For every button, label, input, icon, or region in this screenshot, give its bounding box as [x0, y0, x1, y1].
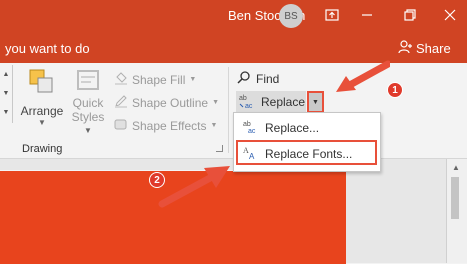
callout-arrow-1 — [336, 60, 390, 92]
chevron-up-icon: ▲ — [2, 71, 10, 78]
close-icon[interactable] — [437, 3, 463, 27]
menu-item-label: Replace... — [265, 121, 320, 135]
shape-effects-button[interactable]: Shape Effects ▼ — [114, 117, 217, 134]
svg-text:ab: ab — [239, 95, 247, 102]
shape-outline-label: Shape Outline — [132, 95, 209, 110]
chevron-down-icon: ▼ — [210, 122, 218, 129]
replace-icon: ab ac — [239, 93, 257, 112]
step-badge-2: 2 — [149, 172, 165, 188]
shape-fill-button[interactable]: Shape Fill ▼ — [114, 71, 196, 88]
replace-fonts-callout-box — [236, 140, 377, 165]
arrange-icon — [27, 69, 57, 100]
drawing-group-label: Drawing — [22, 143, 63, 155]
scroll-up-icon[interactable]: ▲ — [452, 163, 460, 172]
quick-styles-button[interactable]: Quick Styles ▼ — [66, 67, 110, 138]
svg-text:ab: ab — [243, 121, 251, 128]
shape-fill-label: Shape Fill — [132, 72, 186, 87]
svg-text:ac: ac — [245, 103, 253, 109]
expand-icon: ▼ — [2, 109, 10, 116]
replace-label: Replace — [261, 95, 306, 109]
step-badge-1: 1 — [387, 82, 403, 98]
scroll-thumb[interactable] — [451, 177, 459, 219]
shape-outline-button[interactable]: Shape Outline ▼ — [114, 94, 219, 111]
minimize-icon[interactable] — [354, 3, 380, 27]
title-bar: Ben Stockton BS you want to do Share — [0, 0, 467, 63]
group-divider — [228, 67, 229, 153]
shape-effects-label: Shape Effects — [132, 118, 207, 133]
replace-dropdown-button[interactable]: ▼ — [307, 91, 324, 113]
find-label: Find — [256, 71, 280, 86]
chevron-down-icon: ▼ — [212, 99, 219, 106]
chevron-down-icon: ▼ — [84, 126, 92, 135]
restore-icon[interactable] — [397, 3, 423, 27]
dialog-launcher-icon[interactable] — [216, 145, 223, 152]
arrange-label: Arrange — [20, 104, 64, 118]
ribbon-display-options-icon[interactable] — [319, 3, 345, 27]
share-button[interactable]: Share — [398, 40, 451, 57]
pencil-icon — [114, 94, 128, 111]
quick-styles-label-1: Quick — [72, 96, 104, 110]
callout-arrow-2 — [158, 166, 230, 208]
avatar[interactable]: BS — [279, 4, 303, 28]
svg-text:ac: ac — [248, 128, 256, 134]
share-label: Share — [416, 41, 451, 56]
chevron-down-icon: ▼ — [189, 76, 197, 83]
arrange-button[interactable]: Arrange ▼ — [18, 67, 66, 127]
magnifier-icon — [237, 70, 251, 87]
chevron-down-icon: ▼ — [38, 118, 46, 127]
replace-button[interactable]: ab ac Replace — [236, 91, 306, 113]
find-button[interactable]: Find — [237, 70, 279, 87]
person-icon — [398, 40, 412, 57]
quick-styles-label-2: Styles — [71, 110, 105, 124]
replace-icon: ab ac — [243, 120, 259, 137]
menu-item-replace[interactable]: ab ac Replace... — [237, 117, 375, 139]
shape-effects-icon — [114, 117, 128, 134]
tell-me-search[interactable]: you want to do — [5, 41, 90, 56]
paint-bucket-icon — [114, 71, 128, 88]
chevron-down-icon: ▼ — [312, 98, 319, 106]
chevron-down-icon: ▼ — [2, 90, 10, 97]
quick-styles-icon — [75, 70, 101, 96]
gallery-scroll[interactable]: ▲ ▼ ▼ — [0, 65, 13, 123]
